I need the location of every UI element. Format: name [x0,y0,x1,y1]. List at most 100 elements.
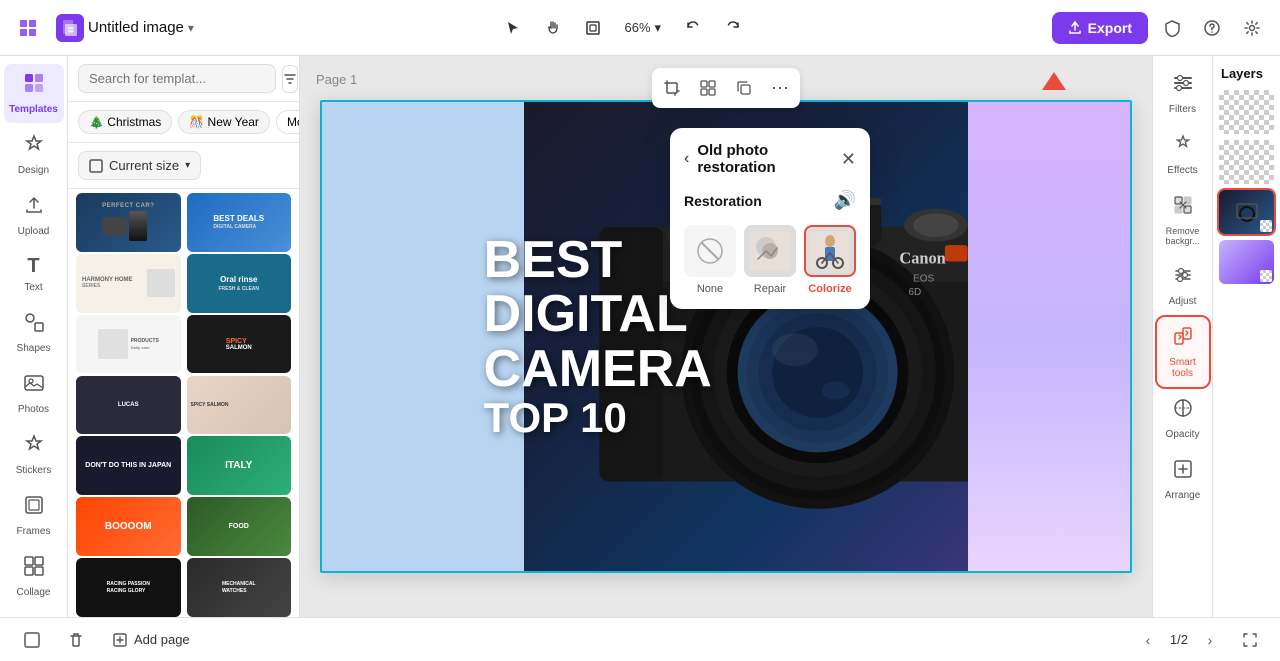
help-icon-button[interactable] [1196,12,1228,44]
topbar-center-tools: 66% ▾ [202,12,1044,44]
opacity-label: Opacity [1166,429,1200,440]
effects-label: Effects [1167,165,1197,176]
restoration-none-label: None [697,283,723,295]
template-card[interactable]: LUCAS [76,376,181,435]
hand-tool-button[interactable] [537,12,569,44]
restoration-header: ‹ Old photo restoration ✕ [670,128,870,186]
current-size-button[interactable]: Current size ▾ [78,151,201,180]
chip-newyear-label: 🎊 New Year [189,115,259,129]
right-tool-remove-bg[interactable]: Remove backgr... [1157,186,1209,254]
expand-button[interactable] [1236,626,1264,654]
search-input[interactable] [78,64,276,93]
more-options-button[interactable]: ⋯ [764,72,796,104]
add-page-label: Add page [134,632,190,647]
sidebar-item-text[interactable]: T Text [4,247,64,301]
sidebar-item-collage[interactable]: Collage [4,547,64,606]
template-card[interactable]: PERFECT CAR? [76,193,181,252]
next-page-button[interactable]: › [1196,626,1224,654]
frames-label: Frames [17,526,51,537]
right-tool-effects[interactable]: Effects [1157,125,1209,184]
layer-item[interactable] [1219,240,1274,284]
template-card[interactable]: RACING PASSIONRACING GLORY [76,558,181,617]
add-page-button[interactable]: Add page [104,628,198,652]
arrange-label: Arrange [1165,490,1201,501]
chevron-down-icon: ▾ [188,21,194,35]
logo-button[interactable] [12,12,44,44]
shield-icon-button[interactable] [1156,12,1188,44]
topbar-right-area: Export [1052,12,1268,44]
restoration-img-colorize [804,225,856,277]
templates-search-bar [68,56,299,102]
document-title: Untitled image [88,19,184,36]
right-tool-adjust[interactable]: Adjust [1157,256,1209,315]
template-card[interactable]: Oral rinse FRESH & CLEAN [187,254,292,313]
canvas-toolbar: ⋯ [652,68,800,108]
template-card[interactable]: ITALY [187,436,292,495]
template-card[interactable]: FOOD [187,497,292,556]
document-title-area[interactable]: Untitled image ▾ [56,14,194,42]
add-page-icon-button[interactable] [16,624,48,656]
layer-item[interactable] [1219,140,1274,184]
restoration-option-none[interactable]: None [684,225,736,295]
right-tool-opacity[interactable]: Opacity [1157,389,1209,448]
design-label: Design [18,165,49,176]
crop-tool-button[interactable] [656,72,688,104]
filters-label: Filters [1169,104,1196,115]
undo-button[interactable] [677,12,709,44]
template-card[interactable]: PRODUCTS Daily care [76,315,181,374]
sidebar-item-shapes[interactable]: Shapes [4,303,64,362]
sidebar-item-design[interactable]: Design [4,125,64,184]
restoration-back-button[interactable]: ‹ [684,150,689,168]
settings-icon-button[interactable] [1236,12,1268,44]
restoration-options: None Repair [670,221,870,309]
chip-more[interactable]: Mo... [276,110,299,134]
sidebar-item-frames[interactable]: Frames [4,486,64,545]
sidebar-item-plugins[interactable]: Plugins [4,608,64,617]
prev-page-button[interactable]: ‹ [1134,626,1162,654]
sidebar-item-photos[interactable]: Photos [4,364,64,423]
restoration-panel: ‹ Old photo restoration ✕ Restoration 🔊 … [670,128,870,309]
grid-tool-button[interactable] [692,72,724,104]
template-card[interactable]: BEST DEALS DIGITAL CAMERA [187,193,292,252]
template-card[interactable]: SPICY SALMON [187,376,292,435]
right-tool-arrange[interactable]: Arrange [1157,450,1209,509]
svg-text:EOS: EOS [913,274,934,285]
template-card[interactable]: DON'T DO THIS IN JAPAN [76,436,181,495]
templates-icon [23,72,45,100]
chip-newyear[interactable]: 🎊 New Year [178,110,270,134]
restoration-option-repair[interactable]: Repair [744,225,796,295]
layer-item-selected[interactable] [1219,190,1274,234]
right-tool-smart-tools[interactable]: Smart tools [1157,317,1209,387]
frame-tool-button[interactable] [577,12,609,44]
restoration-info-icon[interactable]: 🔊 [834,190,856,211]
layer-item[interactable] [1219,90,1274,134]
export-button[interactable]: Export [1052,12,1148,44]
right-tool-filters[interactable]: Filters [1157,64,1209,123]
upward-arrow-indicator [1042,72,1066,90]
restoration-label-text: Restoration [684,193,762,209]
zoom-control[interactable]: 66% ▾ [617,16,670,40]
redo-button[interactable] [717,12,749,44]
delete-page-button[interactable] [60,624,92,656]
export-label: Export [1088,20,1132,36]
copy-tool-button[interactable] [728,72,760,104]
sidebar-item-upload[interactable]: Upload [4,186,64,245]
restoration-repair-label: Repair [754,283,786,295]
chip-christmas[interactable]: 🎄 Christmas [78,110,172,134]
text-icon: T [27,255,39,278]
select-tool-button[interactable] [497,12,529,44]
templates-grid: PERFECT CAR? BEST DEALS DIGITAL CA [68,189,299,617]
restoration-colorize-label: Colorize [808,283,851,295]
chip-christmas-label: 🎄 Christmas [89,115,161,129]
smart-tools-icon [1172,325,1194,353]
template-card[interactable]: BOOOOM [76,497,181,556]
restoration-option-colorize[interactable]: Colorize [804,225,856,295]
template-card[interactable]: HARMONY HOME SERIES [76,254,181,313]
sidebar-item-stickers[interactable]: Stickers [4,425,64,484]
sidebar-item-templates[interactable]: Templates [4,64,64,123]
template-card[interactable]: MECHANICALWATCHES [187,558,292,617]
adjust-label: Adjust [1169,296,1197,307]
search-filter-button[interactable] [282,65,298,93]
restoration-close-button[interactable]: ✕ [841,149,856,170]
template-card[interactable]: SPICY SALMON [187,315,292,374]
